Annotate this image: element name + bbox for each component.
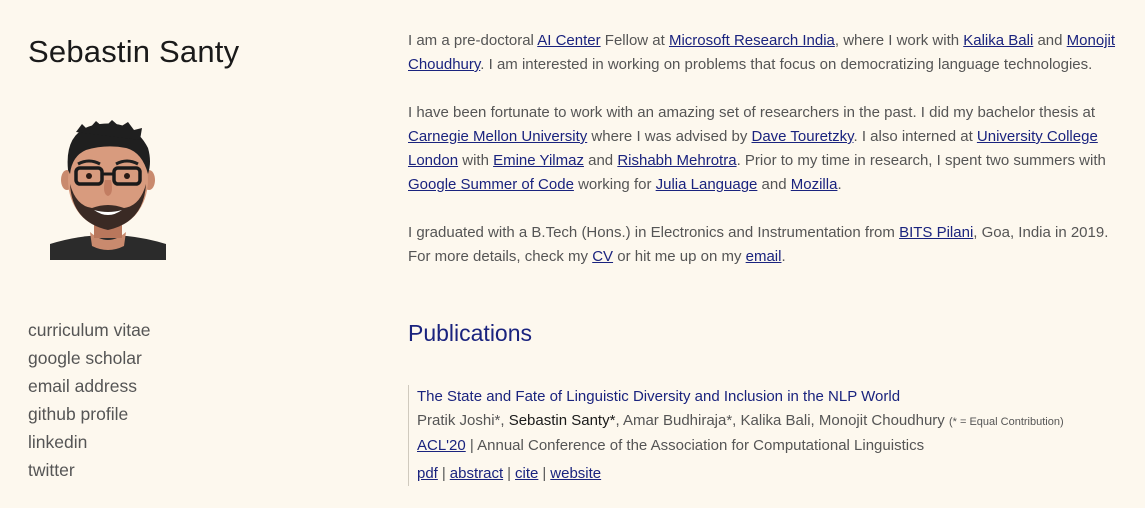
separator: | [441,465,446,482]
pub-link-cite[interactable]: cite [515,465,538,482]
link-julia-language[interactable]: Julia Language [656,176,758,193]
publication-title: The State and Fate of Linguistic Diversi… [417,388,901,405]
publication-authors: Pratik Joshi*, Sebastin Santy*, Amar Bud… [417,412,1064,429]
link-dave-touretzky[interactable]: Dave Touretzky [752,128,854,145]
publication-venue: ACL'20 | Annual Conference of the Associ… [417,437,925,454]
link-google-summer-of-code[interactable]: Google Summer of Code [408,176,574,193]
publication-entry: The State and Fate of Linguistic Diversi… [408,385,1142,486]
link-cv[interactable]: CV [592,248,613,265]
link-bits-pilani[interactable]: BITS Pilani [899,224,973,241]
publication-links: pdf | abstract | cite | website [417,462,1142,486]
link-github-profile[interactable]: github profile [28,400,151,428]
link-ai-center[interactable]: AI Center [537,32,600,49]
link-rishabh-mehrotra[interactable]: Rishabh Mehrotra [617,152,736,169]
pub-link-website[interactable]: website [550,465,601,482]
link-email[interactable]: email [746,248,782,265]
publication-author-self: Sebastin Santy* [508,412,616,429]
link-linkedin[interactable]: linkedin [28,428,151,456]
pub-link-abstract[interactable]: abstract [450,465,503,482]
avatar [50,120,166,260]
separator: | [542,465,547,482]
bio-paragraph-3: I graduated with a B.Tech (Hons.) in Ele… [408,224,1109,265]
link-curriculum-vitae[interactable]: curriculum vitae [28,316,151,344]
link-carnegie-mellon[interactable]: Carnegie Mellon University [408,128,587,145]
link-kalika-bali[interactable]: Kalika Bali [963,32,1033,49]
link-venue-acl[interactable]: ACL'20 [417,437,466,454]
equal-contribution-note: (* = Equal Contribution) [948,416,1064,428]
bio-section: I am a pre-doctoral AI Center Fellow at … [408,29,1133,293]
sidebar-nav: curriculum vitae google scholar email ad… [28,316,151,484]
pub-link-pdf[interactable]: pdf [417,465,438,482]
profile-name: Sebastin Santy [28,34,240,69]
bio-paragraph-2: I have been fortunate to work with an am… [408,104,1106,193]
link-email-address[interactable]: email address [28,372,151,400]
bio-paragraph-1: I am a pre-doctoral AI Center Fellow at … [408,32,1116,73]
link-twitter[interactable]: twitter [28,456,151,484]
link-google-scholar[interactable]: google scholar [28,344,151,372]
link-emine-yilmaz[interactable]: Emine Yilmaz [493,152,584,169]
separator: | [507,465,512,482]
link-mozilla[interactable]: Mozilla [791,176,838,193]
link-microsoft-research-india[interactable]: Microsoft Research India [669,32,835,49]
publications-heading: Publications [408,320,533,346]
